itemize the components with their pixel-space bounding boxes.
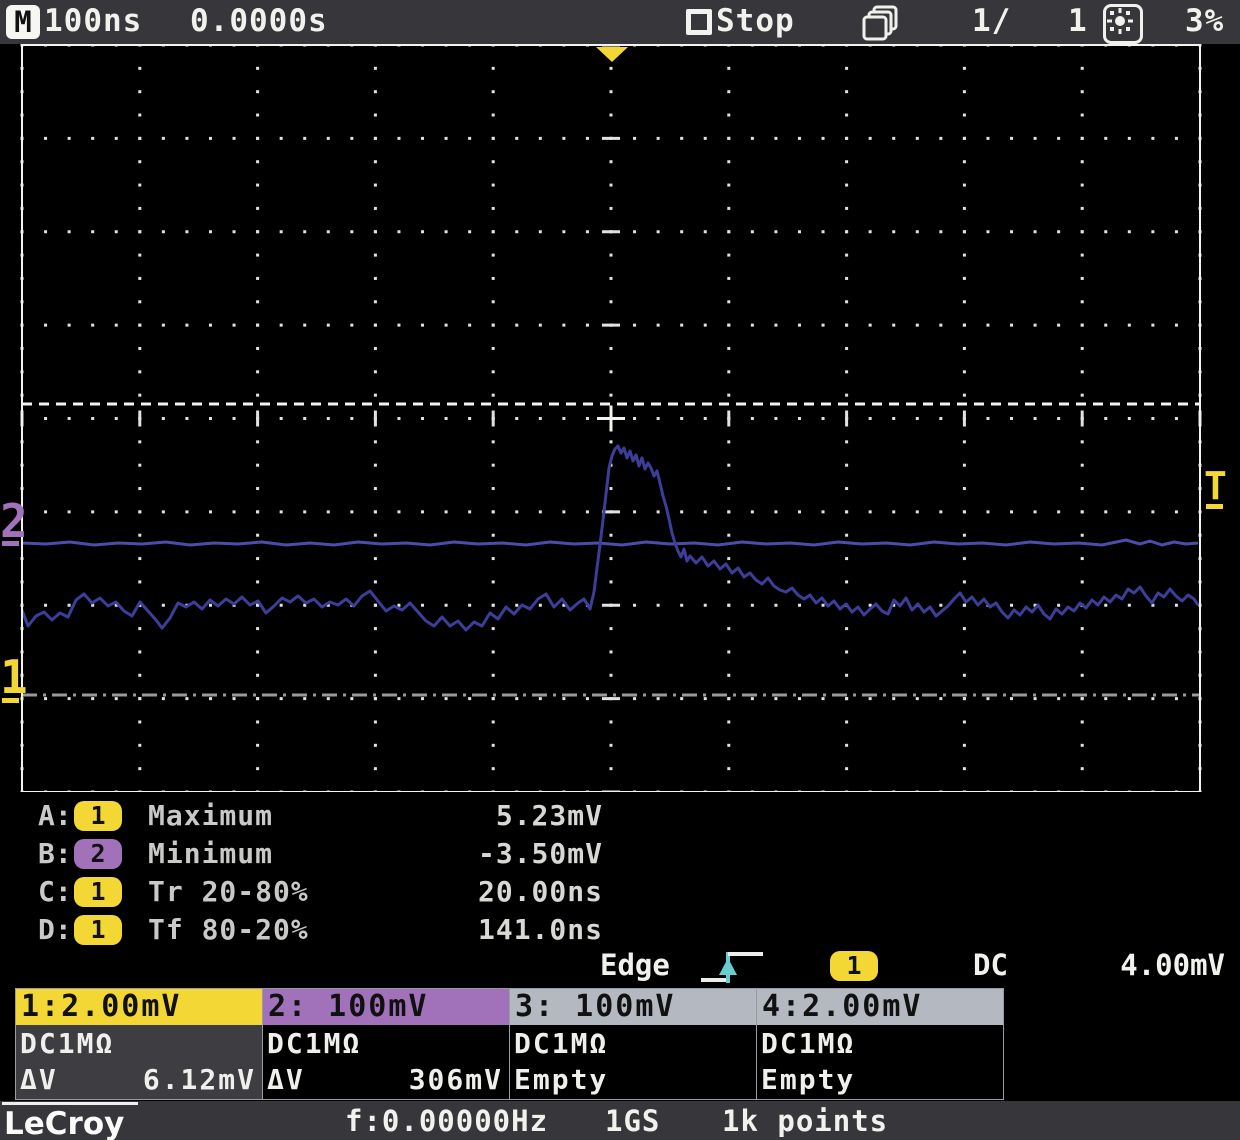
channel-2-box[interactable]: 2: 100mV DC1MΩ ΔV 306mV <box>262 988 510 1100</box>
frequency-readout: f:0.00000Hz <box>345 1104 549 1138</box>
timebase-mode-badge[interactable]: M <box>6 5 40 39</box>
ch1-zero-marker[interactable]: 1 <box>0 650 28 704</box>
ch1-zero-underline <box>2 698 19 703</box>
trigger-type-label[interactable]: Edge <box>600 944 670 986</box>
channel-2-coupling: DC1MΩ <box>267 1027 362 1060</box>
channel-2-delta-value: 306mV <box>408 1063 503 1096</box>
waveform-display: 2 1 T <box>0 44 1240 792</box>
measurement-value: 141.0ns <box>477 913 603 946</box>
trigger-source-badge[interactable]: 1 <box>830 951 878 981</box>
measurement-name: Tf 80-20% <box>148 913 309 946</box>
acquisition-state-label[interactable]: Stop <box>716 4 795 38</box>
channel-descriptors: 1:2.00mV DC1MΩ ΔV 6.12mV 2: 100mV DC1MΩ … <box>15 988 1004 1100</box>
channel-1-coupling: DC1MΩ <box>20 1027 115 1060</box>
stop-square-icon <box>686 9 712 35</box>
page-current: 1/ <box>972 3 1012 39</box>
measurement-row-c: C: 1 Tr 20-80% 20.00ns <box>0 874 1240 912</box>
timebase-readout[interactable]: 100ns <box>44 4 142 38</box>
channel-badge: 1 <box>74 801 122 831</box>
trigger-level-marker[interactable]: T <box>1204 464 1227 508</box>
ch2-zero-marker[interactable]: 2 <box>0 494 28 548</box>
channel-4-scale: 4:2.00mV <box>757 989 1003 1025</box>
measurement-name: Maximum <box>148 799 274 832</box>
channel-3-scale: 3: 100mV <box>510 989 756 1025</box>
measurement-readouts: A: 1 Maximum 5.23mV B: 2 Minimum -3.50mV… <box>0 792 1240 950</box>
channel-1-delta-value: 6.12mV <box>142 1063 256 1096</box>
lecroy-logo: LeCroy <box>2 1102 139 1140</box>
bottom-status-bar: LeCroy f:0.00000Hz 1GS 1k points <box>0 1101 1240 1140</box>
measurement-name: Tr 20-80% <box>148 875 309 908</box>
channel-3-box[interactable]: 3: 100mV DC1MΩ Empty <box>509 988 757 1100</box>
channel-3-status: Empty <box>514 1063 609 1096</box>
measurement-row-a: A: 1 Maximum 5.23mV <box>0 798 1240 836</box>
channel-4-box[interactable]: 4:2.00mV DC1MΩ Empty <box>756 988 1004 1100</box>
measurement-id: B: <box>38 837 72 870</box>
top-status-bar: M 100ns 0.0000s Stop 1/ 1 3% <box>0 0 1240 44</box>
oscilloscope-screen: M 100ns 0.0000s Stop 1/ 1 3% 2 1 T A: 1 … <box>0 0 1240 1140</box>
measurement-value: 5.23mV <box>495 799 603 832</box>
graticule-svg: 2 1 T <box>0 44 1227 792</box>
trigger-coupling-label[interactable]: DC <box>973 944 1008 986</box>
measurement-row-b: B: 2 Minimum -3.50mV <box>0 836 1240 874</box>
intensity-percent: 3% <box>1185 3 1225 39</box>
channel-2-delta-label: ΔV <box>267 1063 305 1096</box>
channel-1-delta-label: ΔV <box>20 1063 58 1096</box>
measurement-value: -3.50mV <box>477 837 603 870</box>
channel-1-scale: 1:2.00mV <box>16 989 262 1025</box>
trigger-summary: Edge 1 DC 4.00mV <box>0 944 1240 988</box>
measurement-value: 20.00ns <box>477 875 603 908</box>
channel-3-coupling: DC1MΩ <box>514 1027 609 1060</box>
measurement-name: Minimum <box>148 837 274 870</box>
intensity-icon[interactable] <box>1103 4 1143 44</box>
channel-badge: 2 <box>74 839 122 869</box>
measurement-id: A: <box>38 799 72 832</box>
channel-badge: 1 <box>74 877 122 907</box>
trigger-level-underline <box>1206 504 1223 509</box>
measurement-id: C: <box>38 875 72 908</box>
ch2-zero-underline <box>2 541 19 546</box>
measurement-id: D: <box>38 913 72 946</box>
rising-edge-icon[interactable] <box>697 947 767 987</box>
channel-1-box[interactable]: 1:2.00mV DC1MΩ ΔV 6.12mV <box>15 988 263 1100</box>
page-total: 1 <box>1068 3 1088 39</box>
trigger-delay-readout[interactable]: 0.0000s <box>190 4 328 38</box>
channel-badge: 1 <box>74 915 122 945</box>
channel-4-status: Empty <box>761 1063 856 1096</box>
record-length-readout: 1k points <box>722 1104 889 1138</box>
trigger-time-marker[interactable] <box>596 47 628 62</box>
trigger-level-readout[interactable]: 4.00mV <box>1120 944 1225 986</box>
pages-stack-icon[interactable] <box>860 5 906 41</box>
sample-rate-readout: 1GS <box>605 1104 661 1138</box>
channel-4-coupling: DC1MΩ <box>761 1027 856 1060</box>
channel-2-scale: 2: 100mV <box>263 989 509 1025</box>
